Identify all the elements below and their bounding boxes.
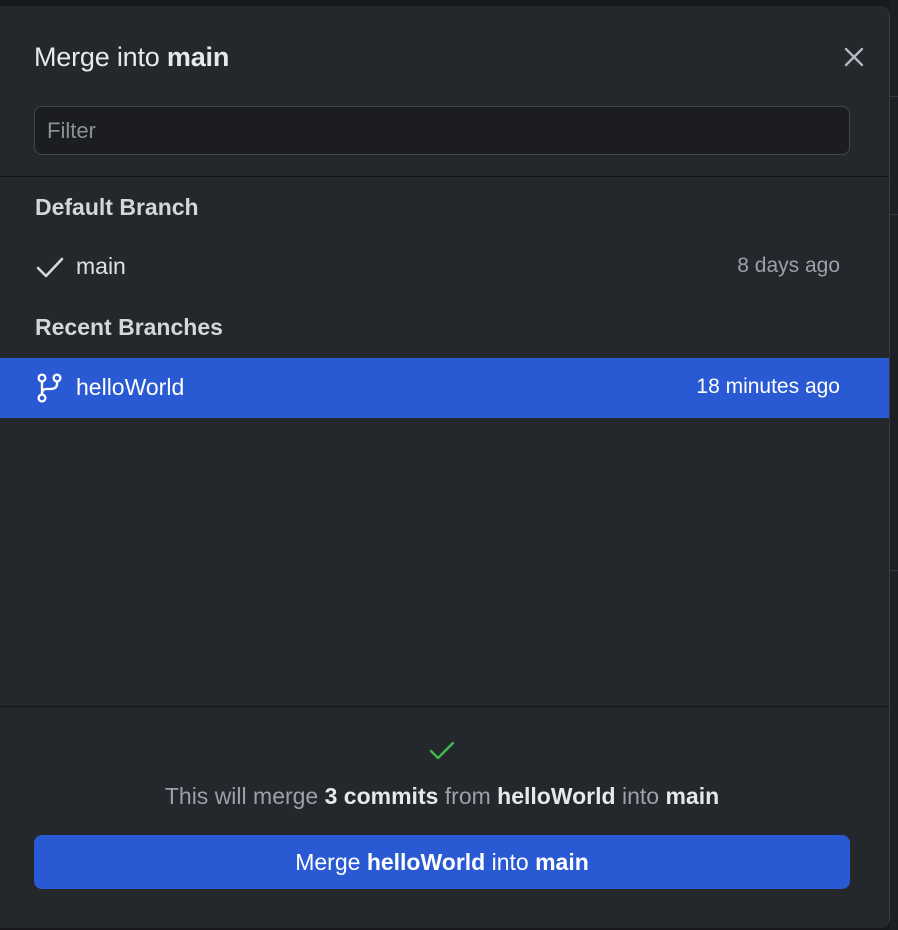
merge-dialog: Merge into main Default Branch main 8 da… <box>0 6 890 928</box>
title-branch-name: main <box>166 42 230 72</box>
background-divider <box>890 570 898 571</box>
background-window-edge <box>890 0 898 930</box>
dialog-title: Merge into main <box>34 42 230 72</box>
merge-button[interactable]: Merge helloWorld into main <box>34 835 850 889</box>
background-divider <box>890 96 898 97</box>
branch-time: 18 minutes ago <box>696 375 840 398</box>
branch-item-main[interactable]: main 8 days ago <box>0 237 889 297</box>
default-branch-heading: Default Branch <box>35 194 199 220</box>
branch-name: main <box>76 253 126 279</box>
merge-footer: This will merge 3 commits from helloWorl… <box>0 706 889 928</box>
dialog-header: Merge into main <box>0 6 889 177</box>
commit-count: 3 commits <box>324 783 439 809</box>
close-button[interactable] <box>840 43 868 71</box>
target-branch: main <box>665 783 720 809</box>
checkmark-icon <box>35 251 65 283</box>
success-check-icon <box>428 739 456 763</box>
branch-item-helloworld[interactable]: helloWorld 18 minutes ago <box>0 358 889 418</box>
close-icon <box>844 47 864 67</box>
background-divider <box>890 214 898 215</box>
branch-time: 8 days ago <box>737 254 840 277</box>
recent-branches-heading: Recent Branches <box>35 314 223 340</box>
source-branch: helloWorld <box>497 783 616 809</box>
filter-input[interactable] <box>34 106 850 155</box>
git-branch-icon <box>35 372 65 404</box>
merge-summary: This will merge 3 commits from helloWorl… <box>164 783 720 809</box>
branch-name: helloWorld <box>76 374 185 400</box>
